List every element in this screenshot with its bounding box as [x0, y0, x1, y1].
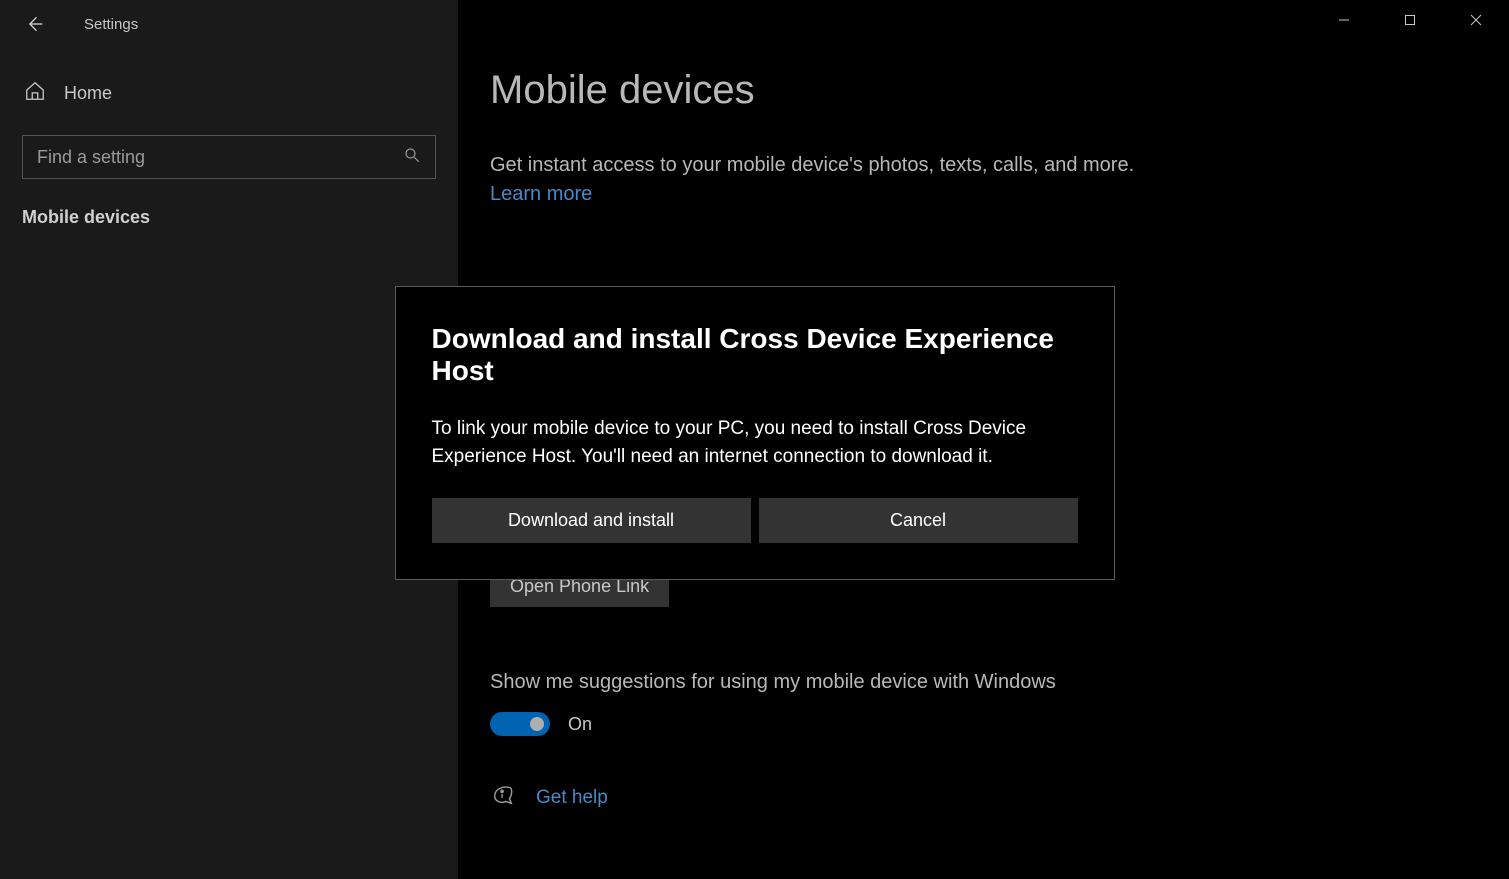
suggestions-label: Show me suggestions for using my mobile … — [490, 671, 1461, 694]
help-icon — [490, 784, 516, 811]
sidebar: Settings Home — [0, 0, 458, 879]
page-title: Mobile devices — [490, 68, 1461, 113]
intro-text: Get instant access to your mobile device… — [490, 151, 1461, 179]
sidebar-category[interactable]: Mobile devices — [22, 199, 436, 236]
search-box[interactable] — [22, 135, 436, 179]
toggle-knob — [530, 717, 544, 731]
search-input[interactable] — [37, 147, 403, 168]
install-dialog: Download and install Cross Device Experi… — [395, 286, 1115, 580]
window-controls — [1311, 0, 1509, 40]
search-icon — [403, 146, 421, 169]
back-button[interactable] — [24, 14, 44, 34]
minimize-button[interactable] — [1311, 0, 1377, 40]
home-nav-item[interactable]: Home — [22, 70, 436, 117]
home-label: Home — [64, 83, 112, 104]
home-icon — [24, 80, 46, 107]
toggle-state-label: On — [568, 714, 592, 735]
dialog-title: Download and install Cross Device Experi… — [432, 323, 1078, 387]
dialog-body: To link your mobile device to your PC, y… — [432, 415, 1078, 470]
cancel-button[interactable]: Cancel — [759, 498, 1078, 543]
close-button[interactable] — [1443, 0, 1509, 40]
suggestions-toggle[interactable] — [490, 712, 550, 736]
app-title: Settings — [84, 16, 138, 33]
learn-more-link[interactable]: Learn more — [490, 183, 592, 205]
get-help-link[interactable]: Get help — [536, 787, 608, 809]
titlebar: Settings — [0, 0, 458, 48]
download-install-button[interactable]: Download and install — [432, 498, 751, 543]
maximize-button[interactable] — [1377, 0, 1443, 40]
